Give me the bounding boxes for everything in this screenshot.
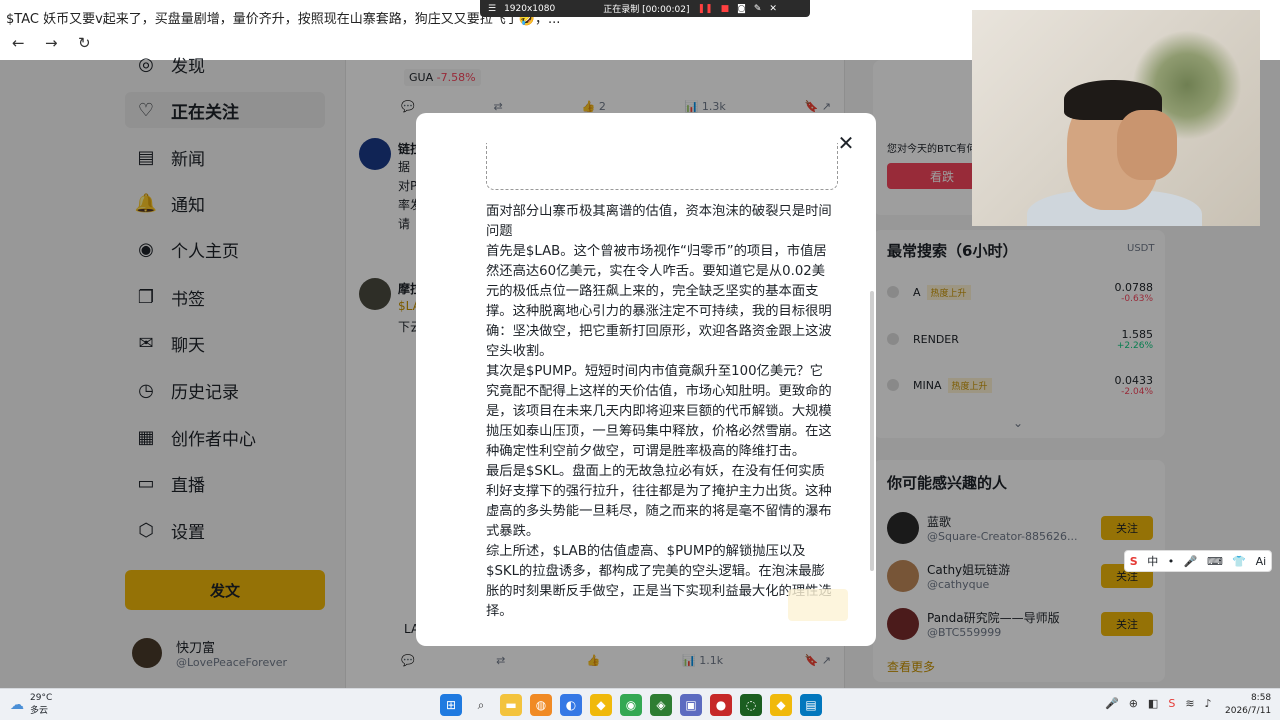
recorder-icon[interactable]: ● <box>710 694 732 716</box>
microphone-tray-icon[interactable]: 🎤 <box>1105 697 1119 710</box>
post-paragraph: 首先是$LAB。这个曾被市场视作“归零币”的项目，市值居然还高达60亿美元，实在… <box>486 244 832 359</box>
scrollbar[interactable] <box>870 291 874 571</box>
post-paragraph: 最后是$SKL。盘面上的无故急拉必有妖，在没有任何实质利好支撑下的强行拉升，往往… <box>486 464 832 539</box>
media-placeholder <box>486 143 838 190</box>
webcam-person-hand <box>1117 110 1177 180</box>
webcam-overlay <box>972 10 1260 226</box>
pause-icon[interactable]: ❚❚ <box>698 4 713 14</box>
ghost-translate-button[interactable] <box>788 589 848 621</box>
post-content: 面对部分山寨币极其离谱的估值，资本泡沫的破裂只是时间问题 首先是$LAB。这个曾… <box>486 202 832 622</box>
volume-icon[interactable]: ♪ <box>1205 697 1212 710</box>
app-tray-icon[interactable]: ◧ <box>1148 697 1158 710</box>
camera-icon[interactable]: ◙ <box>737 4 746 14</box>
post-paragraph: 综上所述，$LAB的估值虚高、$PUMP的解锁抛压以及$SKL的拉盘诱多，都构成… <box>486 544 832 619</box>
sogou-tray-icon[interactable]: S <box>1168 697 1175 710</box>
app-icon[interactable]: ▣ <box>680 694 702 716</box>
screen-recorder-bar: ☰ 1920x1080 正在录制 [00:00:02] ❚❚ ■ ◙ ✎ ✕ <box>480 0 810 17</box>
start-icon[interactable]: ⊞ <box>440 694 462 716</box>
recording-status: 正在录制 [00:00:02] <box>603 5 690 15</box>
search-app-icon[interactable]: ◍ <box>530 694 552 716</box>
temperature: 29°C <box>30 693 53 703</box>
weather-icon: ☁ <box>10 696 24 713</box>
system-tray: 🎤 ⊕ ◧ S ≋ ♪ <box>1105 697 1212 710</box>
forward-icon[interactable]: → <box>45 34 58 52</box>
punctuation-icon[interactable]: • <box>1168 555 1175 568</box>
close-icon[interactable]: ✕ <box>836 133 856 153</box>
resolution-label: 1920x1080 <box>504 3 556 14</box>
stop-icon[interactable]: ■ <box>721 4 730 14</box>
binance-app-icon[interactable]: ◆ <box>770 694 792 716</box>
taskbar-apps: ⊞ ⌕ ▬ ◍ ◐ ◆ ◉ ◈ ▣ ● ◌ ◆ ▤ <box>440 694 822 716</box>
sogou-icon[interactable]: S <box>1130 555 1138 568</box>
android-icon[interactable]: ◈ <box>650 694 672 716</box>
back-icon[interactable]: ← <box>12 34 25 52</box>
window-title: $TAC 妖币又要v起来了，买盘量剧增，量价齐升，按照现在山寨套路，狗庄又又要拉… <box>6 12 561 27</box>
ime-mode[interactable]: 中 <box>1147 553 1158 569</box>
ai-icon[interactable]: Ai <box>1256 555 1267 568</box>
close-icon[interactable]: ✕ <box>769 4 777 14</box>
chrome-icon[interactable]: ◉ <box>620 694 642 716</box>
folder-icon[interactable]: ▬ <box>500 694 522 716</box>
post-paragraph: 面对部分山寨币极其离谱的估值，资本泡沫的破裂只是时间问题 <box>486 204 832 239</box>
taskbar: ☁ 29°C 多云 ⊞ ⌕ ▬ ◍ ◐ ◆ ◉ ◈ ▣ ● ◌ ◆ ▤ 🎤 ⊕ … <box>0 688 1280 720</box>
binance-icon[interactable]: ◆ <box>590 694 612 716</box>
ime-tray-icon[interactable]: ⊕ <box>1129 697 1138 710</box>
microphone-icon[interactable]: 🎤 <box>1184 555 1198 568</box>
clock[interactable]: 8:58 2026/7/11 <box>1225 692 1271 718</box>
edge-icon[interactable]: ◐ <box>560 694 582 716</box>
ime-toolbar: S 中 • 🎤 ⌨ 👕 Ai <box>1124 550 1272 572</box>
weather-text: 多云 <box>30 706 49 716</box>
keyboard-icon[interactable]: ⌨ <box>1207 555 1223 568</box>
post-detail-modal: ✕ 面对部分山寨币极其离谱的估值，资本泡沫的破裂只是时间问题 首先是$LAB。这… <box>416 113 876 646</box>
search-icon[interactable]: ⌕ <box>470 694 492 716</box>
time: 8:58 <box>1250 693 1272 703</box>
wechat-icon[interactable]: ◌ <box>740 694 762 716</box>
menu-icon[interactable]: ☰ <box>488 4 496 14</box>
wifi-icon[interactable]: ≋ <box>1185 697 1194 710</box>
pen-icon[interactable]: ✎ <box>754 4 762 14</box>
post-paragraph: 其次是$PUMP。短短时间内市值竟飙升至100亿美元？它究竟配不配得上这样的天价… <box>486 364 832 459</box>
reload-icon[interactable]: ↻ <box>78 34 91 52</box>
date: 2026/7/11 <box>1225 706 1272 716</box>
weather-widget[interactable]: ☁ 29°C 多云 <box>10 693 52 716</box>
notes-icon[interactable]: ▤ <box>800 694 822 716</box>
skin-icon[interactable]: 👕 <box>1232 555 1246 568</box>
